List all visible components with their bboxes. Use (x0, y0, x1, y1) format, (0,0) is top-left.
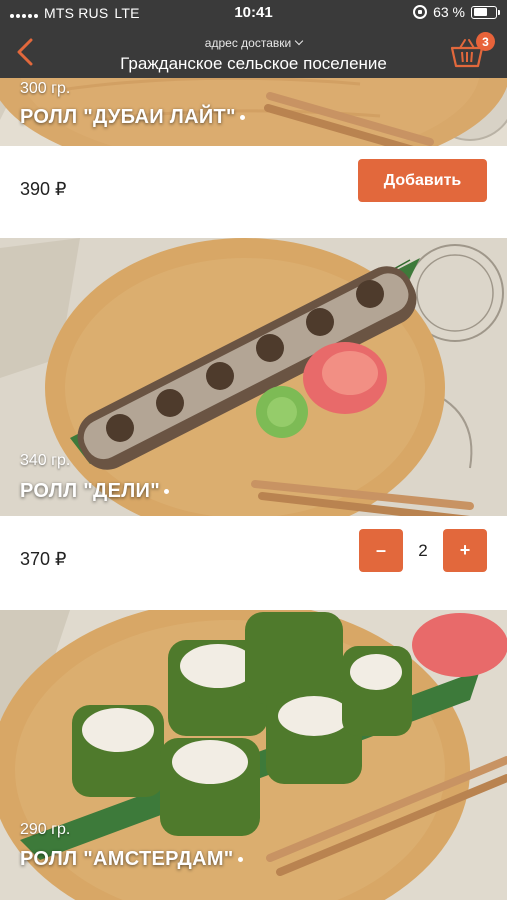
back-button[interactable] (8, 32, 42, 72)
product-card-amsterdam: 290 гр. РОЛЛ "АМСТЕРДАМ" (0, 610, 507, 900)
status-bar: MTS RUS LTE 10:41 63 % (0, 0, 507, 26)
decrease-quantity-button[interactable]: – (359, 529, 403, 572)
bullet-dot (164, 489, 170, 495)
product-weight: 290 гр. (20, 821, 71, 838)
product-name: РОЛЛ "АМСТЕРДАМ" (20, 848, 243, 871)
delivery-address-selector[interactable]: адрес доставки Гражданское сельское посе… (60, 34, 447, 74)
top-bar: MTS RUS LTE 10:41 63 % адрес доставки Гр… (0, 0, 507, 78)
product-image[interactable]: 340 гр. РОЛЛ "ДЕЛИ" (0, 238, 507, 516)
product-weight: 300 гр. (20, 80, 71, 97)
price-row: 390 ₽ Добавить (0, 146, 507, 238)
product-price: 390 ₽ (20, 179, 67, 199)
status-right: 63 % (413, 4, 500, 20)
product-name-text: РОЛЛ "АМСТЕРДАМ" (20, 848, 234, 870)
address-value: Гражданское сельское поселение (120, 54, 387, 73)
product-price: 370 ₽ (20, 549, 67, 569)
battery-fill (473, 8, 487, 16)
cart-count-badge: 3 (476, 32, 495, 51)
battery-percent: 63 % (433, 4, 465, 20)
product-name-text: РОЛЛ "ДУБАИ ЛАЙТ" (20, 106, 236, 128)
roll-photo (0, 238, 507, 516)
back-arrow-icon (17, 38, 33, 66)
price-row: 370 ₽ – 2 + (0, 516, 507, 608)
signal-icon (10, 9, 38, 18)
orientation-lock-icon (413, 5, 428, 19)
product-name: РОЛЛ "ДУБАИ ЛАЙТ" (20, 106, 245, 129)
network-type: LTE (114, 5, 140, 21)
chevron-down-icon (294, 36, 304, 46)
product-name-text: РОЛЛ "ДЕЛИ" (20, 480, 161, 502)
battery-icon (471, 5, 500, 19)
add-to-cart-button[interactable]: Добавить (358, 159, 487, 202)
product-name: РОЛЛ "ДЕЛИ" (20, 480, 170, 503)
product-weight: 340 гр. (20, 452, 71, 469)
address-caption: адрес доставки (204, 36, 304, 50)
quantity-value: 2 (418, 540, 428, 560)
product-card-deli: 340 гр. РОЛЛ "ДЕЛИ" 370 ₽ – 2 + (0, 238, 507, 610)
cart-button[interactable]: 3 (449, 32, 495, 72)
carrier-name: MTS RUS (44, 5, 109, 21)
product-image[interactable]: 290 гр. РОЛЛ "АМСТЕРДАМ" (0, 610, 507, 900)
address-caption-label: адрес доставки (204, 36, 292, 50)
bullet-dot (237, 857, 243, 863)
bullet-dot (239, 115, 245, 121)
status-left: MTS RUS LTE (10, 5, 140, 21)
increase-quantity-button[interactable]: + (443, 529, 487, 572)
